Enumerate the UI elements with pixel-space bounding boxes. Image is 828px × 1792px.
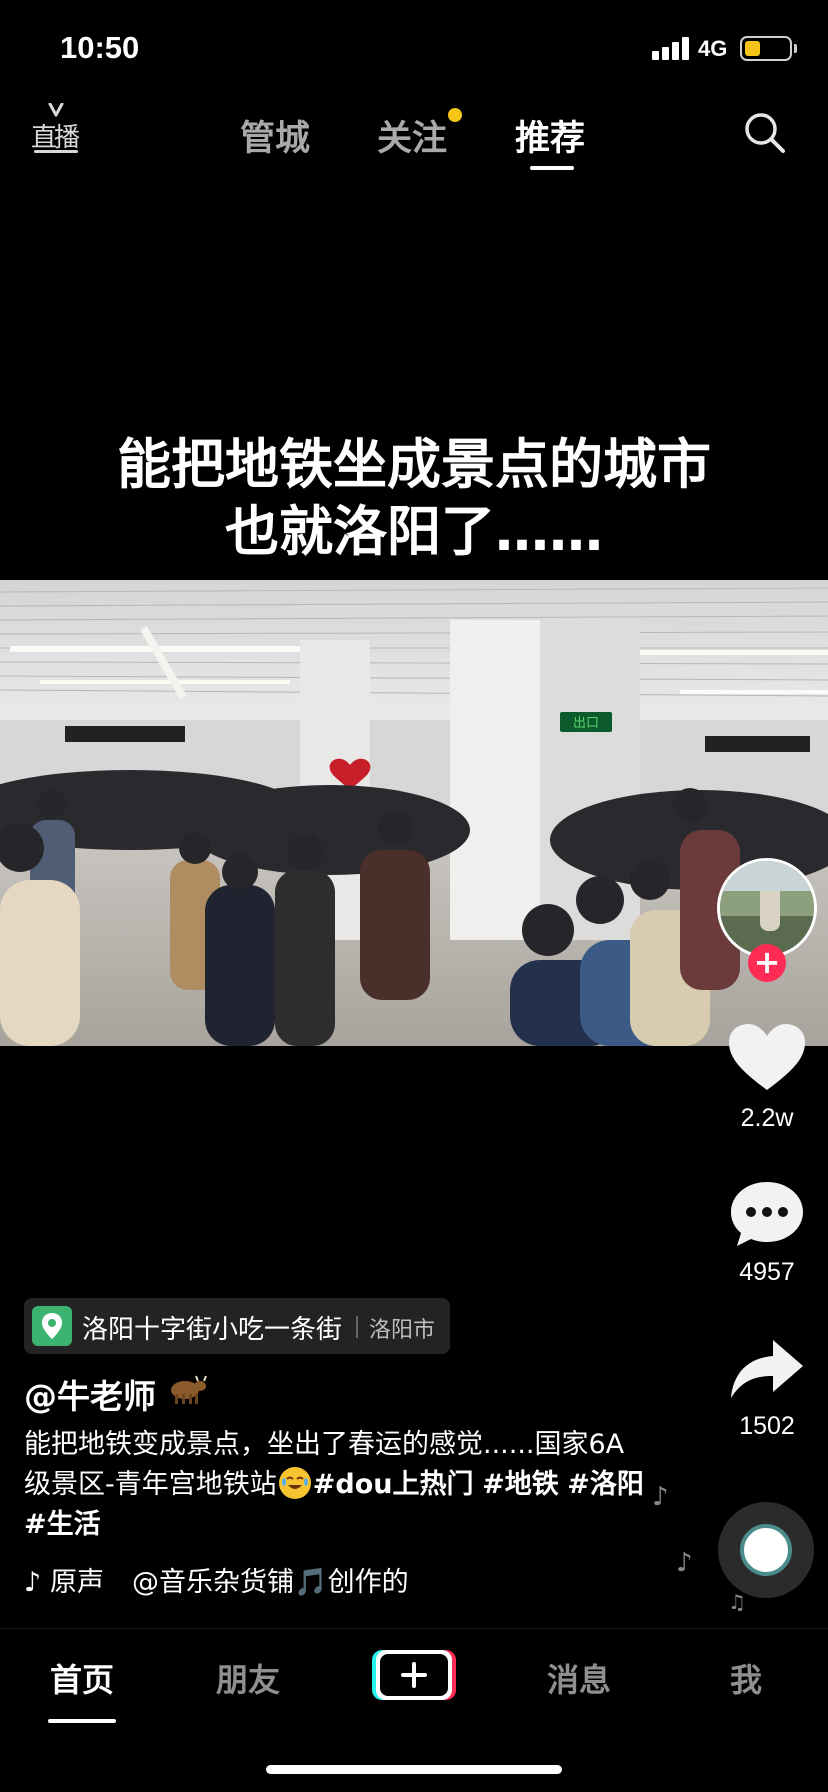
location-pin-icon [32,1306,72,1346]
tab-following[interactable]: 关注 [377,110,447,161]
video-description: 能把地铁变成景点，坐出了春运的感觉......国家6A级景区-青年宫地铁站 #do… [24,1425,644,1545]
music-marquee[interactable]: ♪ 原声 @音乐杂货铺🎵创作的 [24,1560,444,1596]
follow-button[interactable]: + [748,944,786,982]
tab-messages[interactable]: 消息 [547,1655,611,1701]
cow-emoji-icon [171,1375,207,1404]
tab-profile[interactable]: 我 [730,1655,762,1701]
location-name: 洛阳十字街小吃一条街 [82,1315,343,1345]
tab-home[interactable]: 首页 [50,1655,114,1701]
exit-sign: 出口 [573,716,599,731]
video-frame-image: 出口 [0,580,828,1046]
like-count: 2.2w [740,1104,794,1132]
home-tab-indicator [48,1719,116,1723]
active-tab-indicator [530,166,574,170]
hashtag-subway[interactable]: #地铁 [482,1469,559,1500]
network-type: 4G [698,36,728,61]
share-icon[interactable] [727,1336,807,1408]
live-antenna-icon [48,103,64,117]
live-label: 直播 [31,123,80,153]
author-name[interactable]: @牛老师 [24,1370,156,1418]
music-disc[interactable] [718,1502,814,1598]
floating-note-icon: ♫ [728,1590,746,1614]
home-indicator [266,1765,562,1774]
status-time: 10:50 [60,30,140,65]
battery-icon [740,36,792,61]
live-underline [34,150,78,153]
tab-local[interactable]: 管城 [240,110,310,161]
comment-count: 4957 [739,1258,795,1286]
hashtag-life[interactable]: #生活 [24,1509,101,1540]
hashtag-dou[interactable]: #dou上热门 [313,1469,474,1500]
like-icon[interactable] [727,1022,807,1094]
share-count: 1502 [739,1412,795,1440]
music-creator: @音乐杂货铺🎵创作的 [132,1567,409,1596]
search-icon[interactable] [742,110,788,156]
floating-note-icon: ♪ [652,1482,669,1512]
live-button[interactable]: 直播 [30,103,82,155]
following-notification-dot [448,108,462,122]
laughing-emoji-icon [278,1467,311,1499]
tab-friends[interactable]: 朋友 [216,1655,280,1701]
location-tag[interactable]: 洛阳十字街小吃一条街 洛阳市 [24,1298,450,1354]
floating-note-icon: ♪ [676,1548,693,1578]
video-caption-line2: 也就洛阳了…… [225,500,603,563]
location-city: 洛阳市 [369,1318,436,1343]
battery-tip [794,44,797,53]
video-player[interactable]: 出口 [0,580,828,1046]
hashtag-luoyang[interactable]: #洛阳 [567,1469,644,1500]
music-title: 原声 [50,1567,104,1596]
location-divider [356,1316,358,1338]
music-disc-cover [740,1524,792,1576]
signal-icon [652,36,692,60]
create-button[interactable] [372,1646,456,1702]
comment-icon[interactable] [727,1178,807,1250]
tiktok-note-icon: ♪ [24,1567,42,1596]
battery-fill [745,41,760,56]
tab-recommended[interactable]: 推荐 [515,110,585,161]
